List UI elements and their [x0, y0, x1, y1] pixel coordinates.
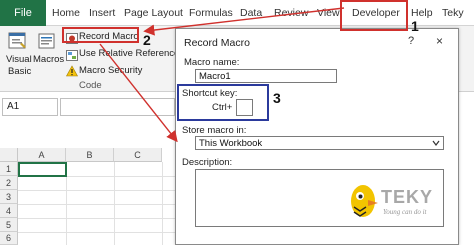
callout-arrows	[99, 7, 345, 143]
arrow-to-record-macro	[143, 7, 345, 36]
arrow-to-dialog	[99, 43, 178, 143]
